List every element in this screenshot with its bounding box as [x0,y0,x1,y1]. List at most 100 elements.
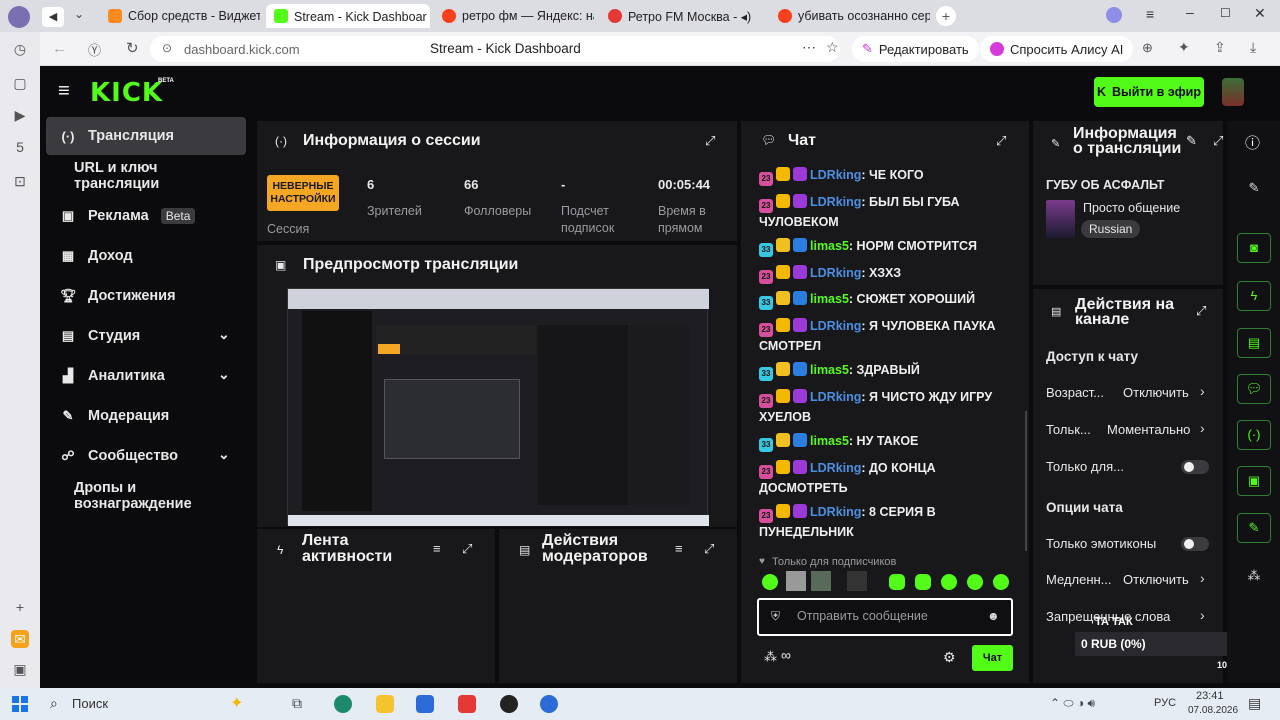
expand-icon[interactable]: ⤢ [462,541,472,557]
browser-tab[interactable]: убивать осознанно сериа [770,4,930,28]
more-icon[interactable]: ⋯ [802,39,816,56]
alice-button[interactable]: Спросить Алису AI [980,36,1134,62]
camera-rail-button[interactable]: ◙ [1237,233,1271,263]
emote-icon[interactable] [847,571,867,591]
emote-icon[interactable] [786,571,806,591]
sidebar-item-studio[interactable]: ▤ Студия ⌄ [46,317,246,355]
chat-message[interactable]: 23 LDRking: 8 СЕРИЯ В ПУНЕДЕЛЬНИК [759,503,1021,541]
browser-tab[interactable]: Ретро FM Москва - ◂) [600,4,760,28]
kick-logo[interactable]: KICK [90,78,163,108]
hamburger-icon[interactable]: ≡ [58,81,70,101]
emoji-icon[interactable]: ☻ [987,609,1000,623]
emote-icon[interactable] [811,571,831,591]
reload-icon[interactable]: ↻ [126,39,139,57]
add-panel-icon[interactable]: + [11,598,29,616]
tab-list-chevron-icon[interactable]: ⌄ [74,7,84,21]
chat-message[interactable]: 23 LDRking: ДО КОНЦА ДОСМОТРЕТЬ [759,459,1021,497]
tray-icons[interactable]: ⌃ ⬭ ◑ 🔊︎ [1050,696,1095,711]
chat-message[interactable]: 23 LDRking: Я ЧУЛОВЕКА ПАУКА СМОТРЕЛ [759,317,1021,355]
sidebar-item-url-key[interactable]: URL и ключ трансляции [46,157,246,195]
mute-tab-icon[interactable]: ◀ [42,7,64,27]
taskbar-search-label[interactable]: Поиск [72,696,108,711]
browser-tab-active[interactable]: Stream - Kick Dashboar ✕ [266,4,430,28]
maximize-icon[interactable]: ☐ [1220,6,1231,20]
minimize-icon[interactable]: – [1186,4,1194,20]
sidebar-item-revenue[interactable]: ▦ Доход [46,237,246,275]
obs-icon[interactable] [500,695,518,713]
chevron-right-icon[interactable]: › [1200,420,1205,436]
extensions-icon[interactable]: ✦ [1178,39,1190,56]
chat-username[interactable]: LDRking [810,461,861,475]
expand-icon[interactable]: ⤢ [705,133,715,149]
mail-app-icon[interactable] [416,695,434,713]
chat-message[interactable]: 33 limas5: НУ ТАКОЕ [759,432,1021,452]
chat-username[interactable]: limas5 [810,239,849,253]
expand-icon[interactable]: ⤢ [1196,303,1206,319]
followers-only-value[interactable]: Моментально [1107,422,1190,437]
layout-rail-button[interactable]: ▣ [1237,466,1271,496]
edit-icon[interactable]: ✎ [1186,133,1197,149]
language-indicator[interactable]: РУС [1154,697,1176,709]
edit-button[interactable]: ✎ Редактировать [852,36,979,62]
stream-preview-video[interactable] [287,288,709,526]
gear-icon[interactable]: ⚙ [943,649,956,666]
settings-panel-icon[interactable]: ▣ [11,660,29,678]
chat-message[interactable]: 23 LDRking: ХЗХЗ [759,264,1021,284]
task-view-icon[interactable]: ⧉ [292,695,302,712]
slow-mode-value[interactable]: Отключить [1123,572,1189,587]
chat-message[interactable]: 23 LDRking: ЧЕ КОГО [759,166,1021,186]
chat-username[interactable]: LDRking [810,168,861,182]
notifications-icon[interactable]: ▤ [1248,695,1261,712]
chat-username[interactable]: LDRking [810,390,861,404]
chat-username[interactable]: LDRking [810,505,861,519]
expand-icon[interactable]: ⤢ [704,541,714,557]
chat-username[interactable]: LDRking [810,266,861,280]
share-icon[interactable]: ⇪ [1214,39,1226,56]
close-icon[interactable]: ✕ [1254,5,1266,22]
emote-icon[interactable] [915,574,931,590]
extension-icon[interactable] [1106,7,1122,23]
send-chat-button[interactable]: Чат [972,645,1013,671]
chat-username[interactable]: limas5 [810,363,849,377]
chevron-right-icon[interactable]: › [1200,383,1205,399]
collections-icon[interactable]: ▢ [11,74,29,92]
bolt-rail-button[interactable]: ϟ [1237,281,1271,311]
translate-icon[interactable]: ⊕ [1142,40,1153,56]
screenshot-icon[interactable]: ⊡ [11,172,29,190]
subscribers-only-toggle[interactable] [1181,460,1209,474]
chevron-right-icon[interactable]: › [1200,570,1205,586]
chat-rail-button[interactable]: 💬︎ [1237,374,1271,404]
profile-avatar[interactable] [8,6,30,28]
points-icon[interactable]: ⁂ [764,649,777,665]
yandex-browser-icon[interactable] [458,695,476,713]
chat-message[interactable]: 23 LDRking: БЫЛ БЫ ГУБА ЧУЛОВЕКОМ [759,193,1021,231]
expand-icon[interactable]: ⤢ [996,133,1006,149]
yandex-icon[interactable]: Ⓨ [88,40,101,59]
sidebar-item-drops[interactable]: Дропы и вознаграждение [46,477,252,515]
edit-rail-button[interactable]: ✎ [1237,173,1271,203]
chat-message[interactable]: 33 limas5: НОРМ СМОТРИТСЯ [759,237,1021,257]
emote-icon[interactable] [993,574,1009,590]
community-rail-button[interactable]: ⁂ [1237,561,1271,591]
history-icon[interactable]: ◷ [11,40,29,58]
chat-message[interactable]: 23 LDRking: Я ЧИСТО ЖДУ ИГРУ ХУЕЛОВ [759,388,1021,426]
age-restriction-value[interactable]: Отключить [1123,385,1189,400]
chat-input[interactable]: ⛨ Отправить сообщение ☻ [757,598,1013,636]
clock-date[interactable]: 07.08.2026 [1188,705,1238,716]
chat-username[interactable]: LDRking [810,319,861,333]
sidebar-item-community[interactable]: ☍ Сообщество ⌄ [46,437,246,475]
menu-icon[interactable]: ≡ [1146,6,1154,22]
avatar[interactable] [1222,78,1244,106]
new-tab-button[interactable]: + [936,6,956,26]
notes-rail-button[interactable]: ▤ [1237,328,1271,358]
browser-tab[interactable]: ретро фм — Яндекс: наш [434,4,594,28]
notes-icon[interactable]: 5 [11,138,29,156]
wrench-rail-button[interactable]: ✎ [1237,513,1271,543]
app-icon[interactable] [540,695,558,713]
clock-time[interactable]: 23:41 [1196,690,1224,702]
download-icon[interactable]: ⤓ [1250,39,1256,56]
emote-icon[interactable] [762,574,778,590]
broadcast-rail-button[interactable]: (·) [1237,420,1271,450]
back-icon[interactable]: ← [52,40,67,57]
filter-icon[interactable]: ≡ [675,541,683,556]
